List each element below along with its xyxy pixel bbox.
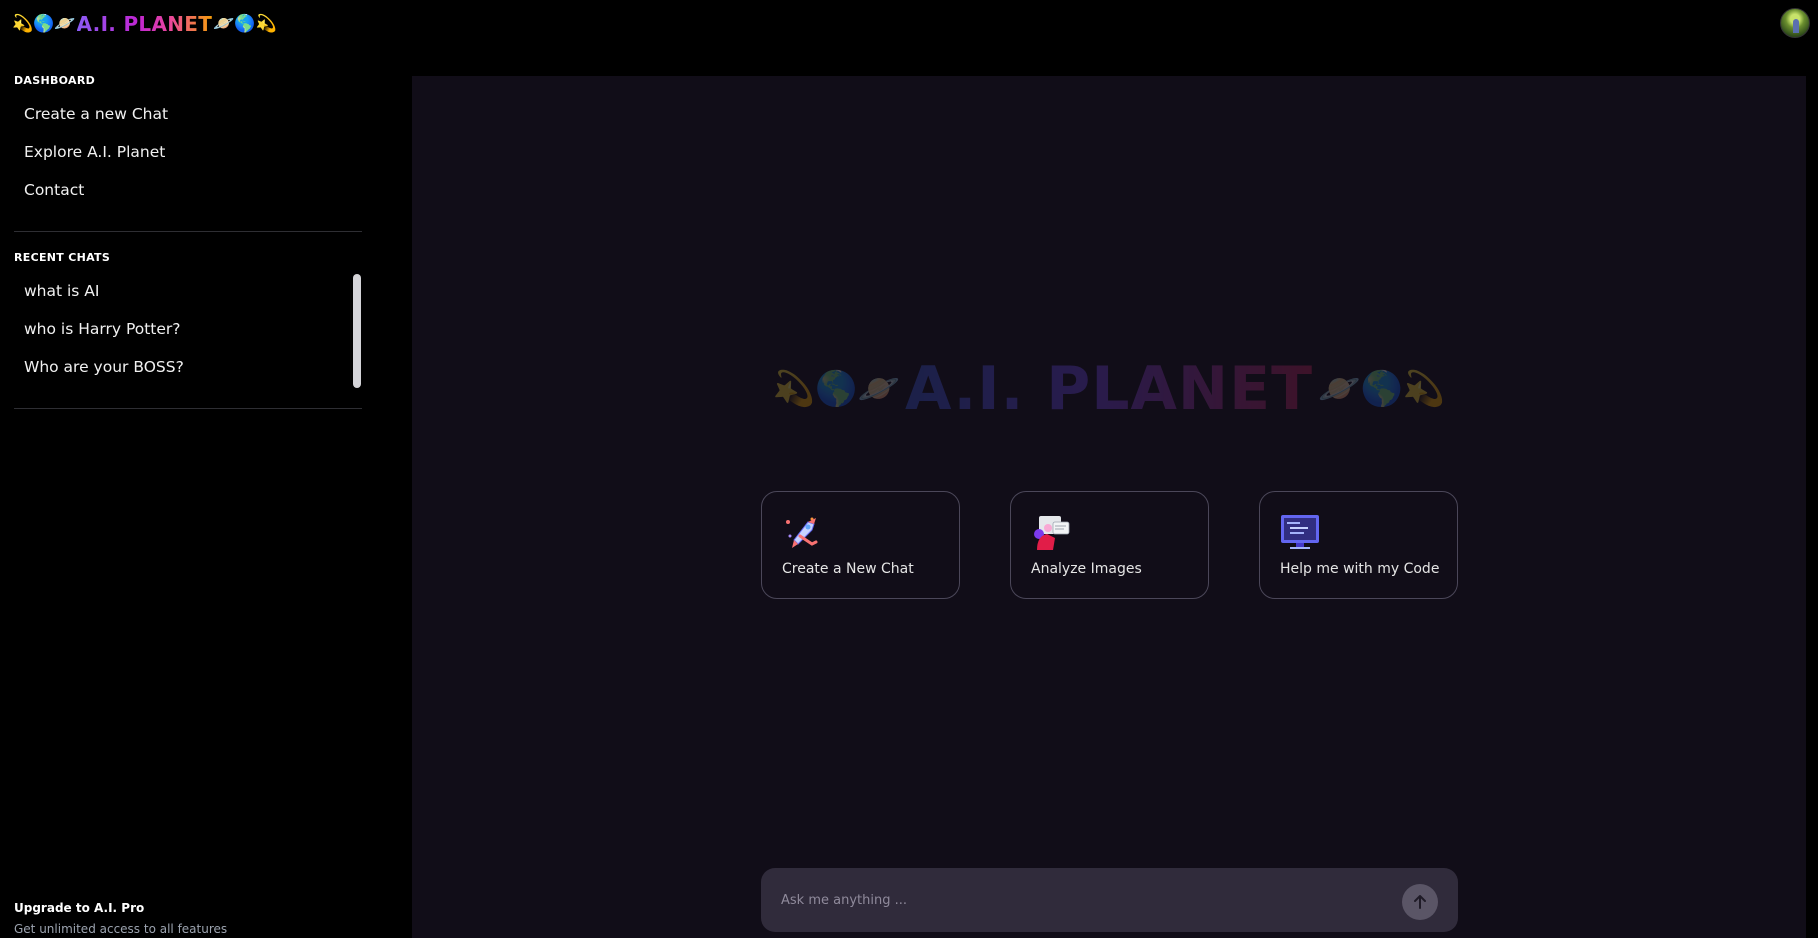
card-help-code[interactable]: Help me with my Code <box>1259 491 1458 599</box>
sidebar-divider <box>14 408 362 409</box>
arrow-up-icon <box>1414 895 1426 909</box>
sidebar-divider <box>14 231 362 232</box>
recent-chats-list: what is AI who is Harry Potter? Who are … <box>0 278 362 392</box>
card-label: Analyze Images <box>1031 561 1142 577</box>
nav-contact[interactable]: Contact <box>0 177 362 215</box>
upgrade-subtitle: Get unlimited access to all features <box>14 922 228 936</box>
brand-emoji-prefix: 💫🌎🪐 <box>12 14 76 34</box>
card-analyze-images[interactable]: Analyze Images <box>1010 491 1209 599</box>
hero-emoji-suffix: 🪐🌎💫 <box>1318 369 1446 409</box>
rocket-icon <box>786 517 818 548</box>
send-button[interactable] <box>1402 884 1438 920</box>
upgrade-title: Upgrade to A.I. Pro <box>14 901 145 915</box>
recent-chat-item[interactable]: Who are your BOSS? <box>0 354 362 392</box>
card-create-new-chat[interactable]: Create a New Chat <box>761 491 960 599</box>
card-label: Create a New Chat <box>782 561 914 577</box>
brand-logo[interactable]: 💫🌎🪐 A.I. PLANET 🪐🌎💫 <box>12 10 277 38</box>
suggestion-cards: Create a New Chat Analyze Images Help me… <box>761 491 1458 599</box>
nav-create-new-chat[interactable]: Create a new Chat <box>0 101 362 139</box>
upgrade-promo[interactable]: Upgrade to A.I. Pro Get unlimited access… <box>14 901 227 936</box>
nav-explore[interactable]: Explore A.I. Planet <box>0 139 362 177</box>
code-monitor-icon <box>1281 515 1319 549</box>
recent-chats-label: RECENT CHATS <box>14 251 111 264</box>
sidebar: DASHBOARD Create a new Chat Explore A.I.… <box>0 56 362 938</box>
card-label: Help me with my Code <box>1280 561 1440 577</box>
recent-chats-scrollbar[interactable] <box>353 274 361 388</box>
hero-watermark: 💫🌎🪐 A.I. PLANET 🪐🌎💫 <box>412 354 1806 424</box>
chat-input[interactable] <box>781 886 1381 914</box>
hero-title: A.I. PLANET <box>904 354 1314 424</box>
recent-chat-item[interactable]: what is AI <box>0 278 362 316</box>
brand-emoji-suffix: 🪐🌎💫 <box>213 14 277 34</box>
main-panel: 💫🌎🪐 A.I. PLANET 🪐🌎💫 Create a New Chat An… <box>412 76 1806 938</box>
hero-emoji-prefix: 💫🌎🪐 <box>772 369 900 409</box>
chat-composer <box>761 868 1458 932</box>
brand-title: A.I. PLANET <box>76 12 213 36</box>
user-avatar[interactable] <box>1780 8 1810 38</box>
recent-chat-item[interactable]: who is Harry Potter? <box>0 316 362 354</box>
dashboard-section-label: DASHBOARD <box>14 74 96 87</box>
dashboard-nav: Create a new Chat Explore A.I. Planet Co… <box>0 101 362 215</box>
image-analysis-icon <box>1034 516 1070 550</box>
